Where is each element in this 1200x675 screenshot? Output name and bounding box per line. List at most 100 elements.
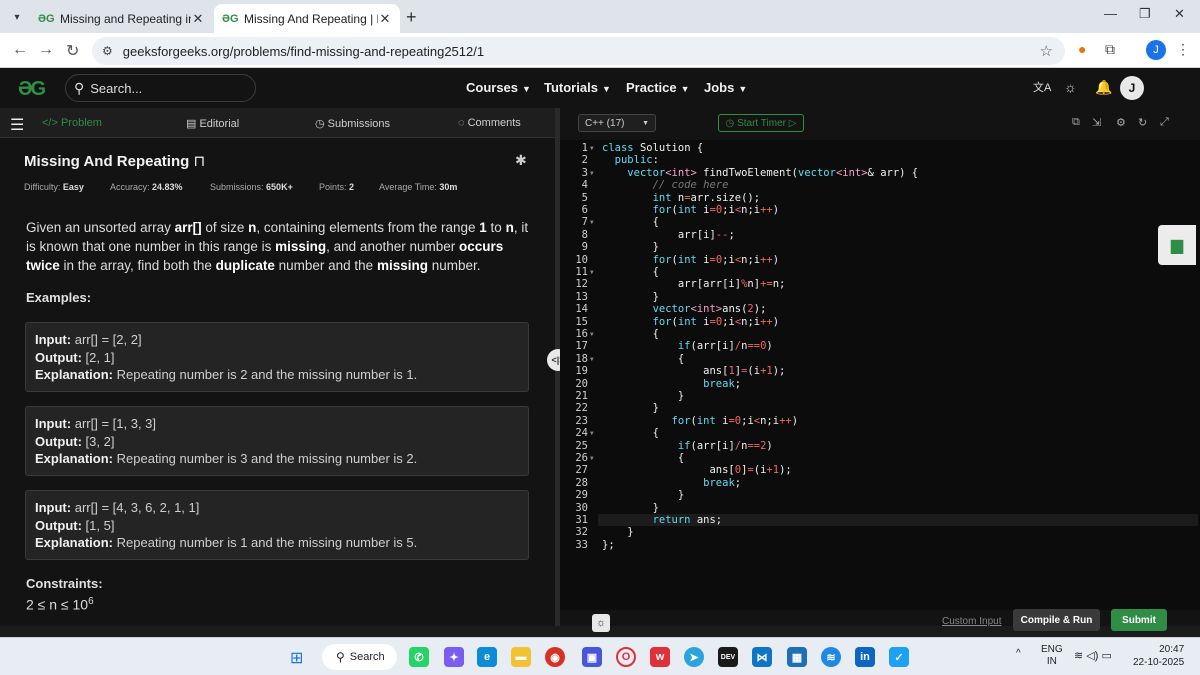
translate-icon[interactable]: 文A [1033,79,1051,95]
code-line[interactable]: } [602,502,659,514]
fold-toggle-icon[interactable]: ▼ [590,170,594,177]
code-line[interactable]: } [602,291,659,303]
code-line[interactable]: } [602,489,684,501]
code-line[interactable]: } [602,241,659,253]
code-line[interactable]: return ans; [602,514,723,526]
tray-chevron-up-icon[interactable]: ^ [1016,648,1021,659]
fold-toggle-icon[interactable]: ▼ [590,145,594,152]
code-line[interactable]: if(arr[i]/n==2) [602,440,773,452]
code-line[interactable]: { [602,452,684,464]
code-line[interactable]: for(int i=0;i<n;i++) [602,204,780,216]
taskbar-clock[interactable]: 20:47 22-10-2025 [1133,643,1184,669]
reload-icon[interactable]: ↻ [66,41,79,61]
code-line[interactable]: vector<int>ans(2); [602,303,767,315]
code-editor[interactable]: 1 ▼ class Solution {2 public: 3 ▼ vector<int… [560,140,1200,610]
code-line[interactable]: arr[arr[i]%n]+=n; [602,278,786,290]
bookmark-star-icon[interactable]: ☆ [1040,42,1053,60]
code-line[interactable]: { [602,328,659,340]
extensions-puzzle-icon[interactable]: ⧉ [1105,41,1115,58]
code-line[interactable]: class Solution { [602,142,703,154]
chrome-icon[interactable]: ◉ [545,647,565,667]
code-line[interactable]: arr[i]--; [602,229,735,241]
new-tab-plus-icon[interactable]: + [406,7,417,28]
code-line[interactable]: } [602,526,633,538]
tab-comments[interactable]: ◌ Comments [458,117,521,129]
code-line[interactable]: }; [602,539,615,551]
browser-menu-kebab-icon[interactable]: ⋮ [1176,41,1190,58]
fold-toggle-icon[interactable]: ▼ [590,356,594,363]
gfg-logo[interactable]: ƏG [18,78,46,101]
edge-icon[interactable]: e [477,647,497,667]
compile-run-button[interactable]: Compile & Run [1013,609,1100,631]
export-icon[interactable]: ⇲ [1092,116,1101,129]
w-app-icon[interactable]: w [650,647,670,667]
custom-input-link[interactable]: Custom Input [942,616,1001,627]
fold-toggle-icon[interactable]: ▼ [590,430,594,437]
code-line[interactable]: { [602,266,659,278]
code-line[interactable]: { [602,216,659,228]
start-timer-button[interactable]: ◷ Start Timer ▷ [718,114,804,132]
code-line[interactable]: vector<int> findTwoElement(vector<int>& … [602,167,918,179]
extension-icon[interactable]: ● [1078,41,1086,57]
speedtest-icon[interactable]: ≋ [821,647,841,667]
devcpp-icon[interactable]: DEV [718,647,738,667]
report-bug-icon[interactable]: ✱ [515,152,527,169]
bookmark-icon[interactable]: ⊓ [189,153,205,170]
tab-submissions[interactable]: ◷ Submissions [315,117,390,130]
file-explorer-icon[interactable]: ▬ [511,647,531,667]
code-line[interactable]: } [602,390,684,402]
code-line[interactable]: { [602,427,659,439]
linkedin-icon[interactable]: in [855,647,875,667]
nav-jobs[interactable]: Jobs ▼ [704,80,747,95]
wifi-volume-battery-icon[interactable]: ≋ ◁) ▭ [1074,649,1112,662]
input-language[interactable]: ENG IN [1041,644,1063,668]
fold-toggle-icon[interactable]: ▼ [590,269,594,276]
settings-icon[interactable]: ⚙ [1116,116,1126,129]
code-line[interactable]: ans[0]=(i+1); [602,464,791,476]
calculator-icon[interactable]: ▦ [787,647,807,667]
close-tab-icon[interactable]: ✕ [191,11,205,27]
code-line[interactable]: if(arr[i]/n==0) [602,340,773,352]
nav-practice[interactable]: Practice ▼ [626,80,690,95]
fold-toggle-icon[interactable]: ▼ [590,219,594,226]
url-bar[interactable]: ⚙ geeksforgeeks.org/problems/find-missin… [92,37,1065,65]
tab-problem[interactable]: </> Problem [42,117,102,129]
nav-courses[interactable]: Courses ▼ [466,80,531,95]
telegram-icon[interactable]: ➤ [684,647,704,667]
tab-editorial[interactable]: ▤ Editorial [186,117,239,130]
code-line[interactable]: for(int i=0;i<n;i++) [602,254,780,266]
submit-button[interactable]: Submit [1111,609,1167,631]
code-line[interactable]: for(int i=0;i<n;i++) [602,415,799,427]
twitter-icon[interactable]: ✓ [889,647,909,667]
code-line[interactable]: // code here [602,179,729,191]
fold-toggle-icon[interactable]: ▼ [590,455,594,462]
user-avatar[interactable]: J [1120,76,1144,100]
editor-settings-sun-icon[interactable]: ☼ [592,614,610,632]
theme-toggle-sun-icon[interactable]: ☼ [1064,79,1077,95]
browser-profile-avatar[interactable]: J [1146,40,1166,60]
site-search-input[interactable]: ⚲ Search... [65,74,256,102]
reset-icon[interactable]: ↻ [1138,116,1147,129]
code-line[interactable]: int n=arr.size(); [602,192,761,204]
minimize-window-icon[interactable]: — [1104,6,1117,21]
whatsapp-icon[interactable]: ✆ [409,647,429,667]
vscode-icon[interactable]: ⋈ [752,647,772,667]
opera-icon[interactable]: O [616,647,636,667]
code-line[interactable]: } [602,402,659,414]
copilot-icon[interactable]: ✦ [444,647,464,667]
close-window-icon[interactable]: ✕ [1174,6,1185,22]
code-line[interactable]: break; [602,477,741,489]
code-line[interactable]: { [602,353,684,365]
restore-window-icon[interactable]: ❐ [1139,6,1151,22]
forward-arrow-icon[interactable]: → [38,41,54,59]
browser-tab-active[interactable]: ƏG Missing And Repeating | Practi ✕ [214,4,400,33]
browser-tab-inactive[interactable]: ƏG Missing and Repeating in an Ar ✕ [30,4,213,33]
code-line[interactable]: break; [602,378,741,390]
chat-icon[interactable]: ▆ [1158,225,1196,265]
nav-tutorials[interactable]: Tutorials ▼ [544,80,611,95]
fold-toggle-icon[interactable]: ▼ [590,331,594,338]
hamburger-menu-icon[interactable]: ☰ [10,115,24,135]
close-tab-icon[interactable]: ✕ [378,11,392,27]
fullscreen-icon[interactable]: ⤢ [1160,116,1169,129]
taskbar-search[interactable]: ⚲ Search [322,644,397,670]
